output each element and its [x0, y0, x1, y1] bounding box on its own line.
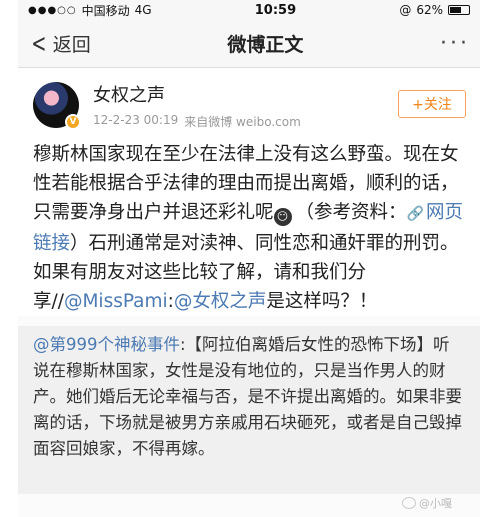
post-text-5: 是这样吗？！	[266, 291, 378, 312]
follow-button[interactable]: +关注	[398, 90, 466, 118]
emoji-icon: 😶	[273, 208, 292, 226]
watermark-text: @小嘎	[419, 497, 452, 510]
mention-misspami[interactable]: @MissPami	[64, 291, 168, 312]
network-label: 4G	[134, 3, 152, 17]
avatar[interactable]: V	[33, 82, 81, 130]
chevron-left-icon: <	[31, 28, 47, 59]
post-meta: 12-2-23 00:19 来自微博 weibo.com	[93, 113, 301, 130]
nav-bar: < 返回 微博正文 ···	[18, 20, 480, 68]
post-timestamp: 12-2-23 00:19	[93, 112, 179, 127]
back-label: 返回	[52, 34, 91, 56]
carrier-label: 中国移动	[81, 3, 130, 18]
post-header: V 女权之声 12-2-23 00:19 来自微博 weibo.com +关注	[18, 68, 480, 132]
mention-nvquanzhisheng[interactable]: @女权之声	[174, 291, 267, 312]
status-time: 10:59	[254, 2, 297, 18]
watermark: @小嘎	[402, 495, 452, 511]
repost-mention[interactable]: @第999个神秘事件	[33, 335, 180, 354]
post-source: 来自微博 weibo.com	[184, 114, 301, 129]
status-right: @ 62%	[399, 3, 470, 17]
post-text-2: （参考资料：	[295, 202, 407, 223]
weibo-logo-icon	[402, 497, 416, 509]
verified-badge-icon: V	[65, 114, 81, 130]
post-body: 穆斯林国家现在至少在法律上没有这么野蛮。现在女性若能根据合乎法律的理由而提出离婚…	[18, 132, 480, 316]
page-title: 微博正文	[227, 34, 304, 56]
back-button[interactable]: < 返回	[28, 30, 91, 57]
battery-icon	[448, 5, 470, 15]
repost-block[interactable]: @第999个神秘事件:【阿拉伯离婚后女性的恐怖下场】听说在穆斯林国家，女性是没有…	[18, 326, 480, 494]
more-options-button[interactable]: ···	[440, 31, 470, 56]
signal-icon: ●●●○○	[28, 4, 77, 16]
user-meta: 女权之声 12-2-23 00:19 来自微博 weibo.com	[93, 81, 301, 130]
link-icon: 🔗	[406, 206, 424, 222]
user-name[interactable]: 女权之声	[93, 81, 301, 107]
status-bar: ●●●○○ 中国移动 4G 10:59 @ 62%	[18, 0, 480, 20]
rotation-lock-icon: @	[399, 3, 412, 17]
status-left: ●●●○○ 中国移动 4G	[28, 2, 152, 19]
battery-percent: 62%	[416, 3, 443, 17]
screenshot-photo: ●●●○○ 中国移动 4G 10:59 @ 62% < 返回 微博正文 ··· …	[18, 0, 480, 517]
